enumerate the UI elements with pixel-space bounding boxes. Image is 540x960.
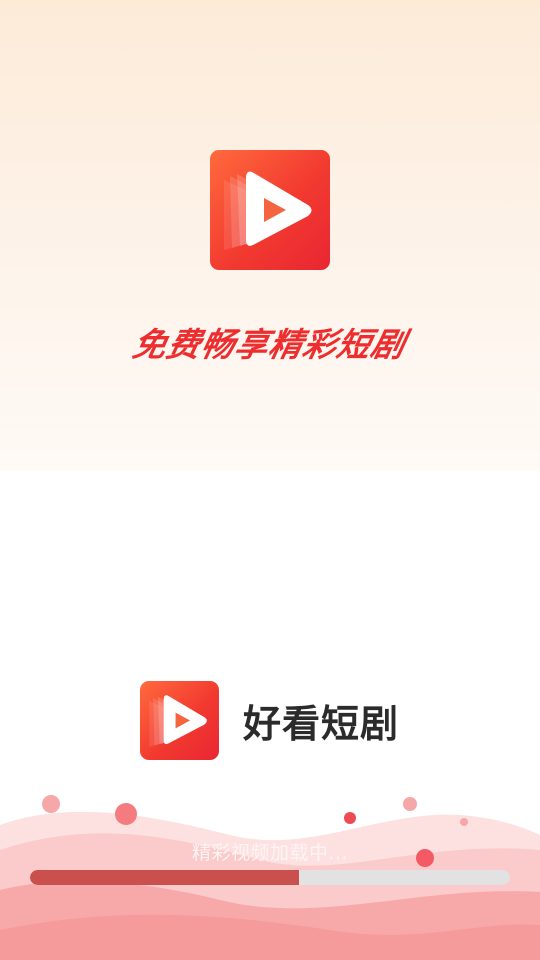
app-logo-small: [140, 680, 219, 760]
app-name: 好看短剧: [243, 701, 400, 746]
play-icon: [224, 171, 312, 250]
loading-status-text: 精彩视频加载中...: [191, 842, 349, 864]
decor-dot: [403, 797, 417, 811]
play-icon: [149, 694, 207, 747]
decor-dot: [42, 795, 60, 813]
loading-progress-bar: [30, 870, 510, 885]
decor-dot: [344, 812, 356, 824]
app-logo-large: [210, 150, 330, 270]
loading-progress-fill: [30, 870, 299, 885]
slogan-text: 免费畅享精彩短剧: [129, 325, 410, 364]
brand-row: 好看短剧: [140, 680, 399, 760]
decor-dot: [460, 818, 468, 826]
decor-dot: [115, 803, 137, 825]
